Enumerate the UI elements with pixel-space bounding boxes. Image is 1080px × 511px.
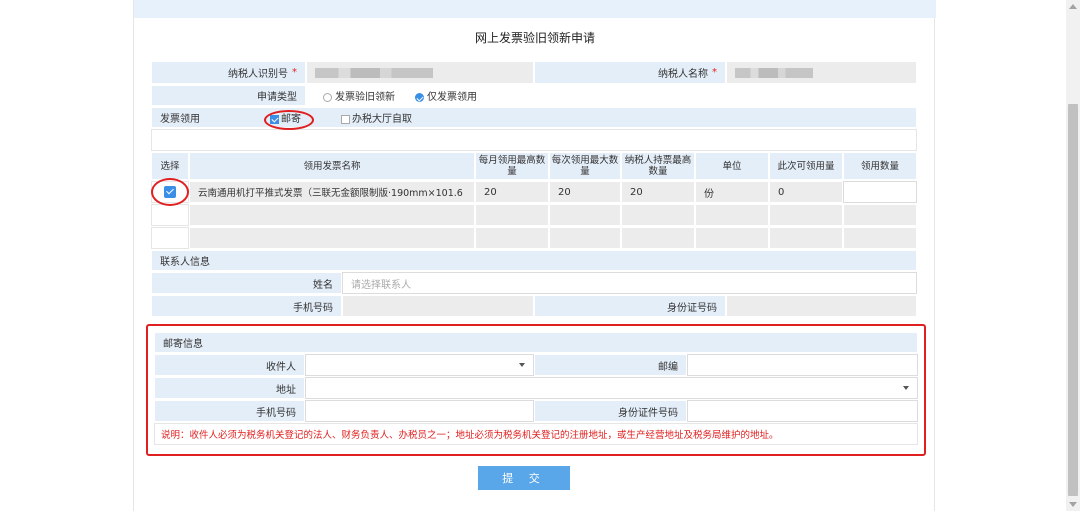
option-hall-pickup[interactable]: 办税大厅自取 bbox=[341, 110, 412, 125]
highlight-row-select bbox=[151, 178, 189, 206]
scroll-thumb[interactable] bbox=[1068, 104, 1078, 496]
scroll-up-icon[interactable] bbox=[1069, 4, 1077, 9]
contact-name-select[interactable]: 请选择联系人 bbox=[342, 272, 917, 294]
taxpayer-id-value bbox=[306, 61, 534, 84]
taxpayer-id-label: 纳税人识别号 * bbox=[151, 61, 306, 84]
spacer-row bbox=[151, 129, 917, 151]
table-row-empty bbox=[151, 204, 917, 226]
apply-type-options: 发票验旧领新 仅发票领用 bbox=[306, 85, 917, 106]
option-verify-old[interactable]: 发票验旧领新 bbox=[323, 88, 395, 103]
holding-max-cell: 20 bbox=[621, 181, 695, 203]
invoice-name-cell: 云南通用机打平推式发票（三联无金额限制版·190mm×101.6 bbox=[189, 181, 475, 203]
invoice-pickup-label: 发票领用 bbox=[160, 114, 200, 125]
highlight-mail-option bbox=[264, 110, 314, 130]
quantity-input[interactable] bbox=[843, 181, 917, 203]
radio-only-receive-checked[interactable] bbox=[415, 92, 424, 102]
vertical-scrollbar[interactable] bbox=[1066, 0, 1080, 511]
scroll-down-icon[interactable] bbox=[1069, 502, 1077, 507]
table-row: 云南通用机打平推式发票（三联无金额限制版·190mm×101.6 20 20 2… bbox=[151, 181, 917, 203]
contact-section-label: 联系人信息 bbox=[151, 250, 917, 271]
page-title: 网上发票验旧领新申请 bbox=[474, 31, 595, 45]
col-holding-max: 纳税人持票最高数量 bbox=[621, 152, 695, 180]
redacted-taxpayer-name bbox=[735, 67, 813, 78]
col-available: 此次可领用量 bbox=[769, 152, 843, 180]
contact-phone-value bbox=[342, 295, 534, 317]
col-quantity: 领用数量 bbox=[843, 152, 917, 180]
contact-name-label: 姓名 bbox=[151, 272, 342, 294]
contact-id-label: 身份证号码 bbox=[534, 295, 726, 317]
monthly-max-cell: 20 bbox=[475, 181, 549, 203]
option-only-receive[interactable]: 仅发票领用 bbox=[415, 88, 477, 103]
highlight-mailing-section bbox=[146, 324, 926, 456]
col-monthly-max: 每月领用最高数量 bbox=[475, 152, 549, 180]
checkbox-hall-pickup[interactable] bbox=[341, 114, 350, 124]
contact-section-header: 联系人信息 bbox=[151, 250, 917, 271]
available-cell: 0 bbox=[769, 181, 843, 203]
contact-id-value bbox=[726, 295, 917, 317]
taxpayer-row: 纳税人识别号 * 纳税人名称 * bbox=[151, 61, 917, 84]
contact-phone-row: 手机号码 身份证号码 bbox=[151, 295, 917, 317]
apply-type-row: 申请类型 发票验旧领新 仅发票领用 bbox=[151, 85, 917, 106]
contact-name-row: 姓名 请选择联系人 bbox=[151, 272, 917, 294]
contact-phone-label: 手机号码 bbox=[151, 295, 342, 317]
col-select: 选择 bbox=[151, 152, 189, 180]
submit-button[interactable]: 提 交 bbox=[478, 466, 570, 490]
col-invoice-name: 领用发票名称 bbox=[189, 152, 475, 180]
table-row-empty bbox=[151, 227, 917, 249]
redacted-taxpayer-id bbox=[315, 67, 433, 78]
unit-cell: 份 bbox=[695, 181, 769, 203]
col-per-time-max: 每次领用最大数量 bbox=[549, 152, 621, 180]
apply-type-label: 申请类型 bbox=[151, 85, 306, 106]
per-time-max-cell: 20 bbox=[549, 181, 621, 203]
col-unit: 单位 bbox=[695, 152, 769, 180]
taxpayer-name-value bbox=[726, 61, 917, 84]
invoice-table-header: 选择 领用发票名称 每月领用最高数量 每次领用最大数量 纳税人持票最高数量 单位… bbox=[151, 152, 917, 180]
taxpayer-name-label: 纳税人名称 * bbox=[534, 61, 726, 84]
top-bar bbox=[134, 0, 936, 18]
radio-verify-old[interactable] bbox=[323, 92, 332, 102]
